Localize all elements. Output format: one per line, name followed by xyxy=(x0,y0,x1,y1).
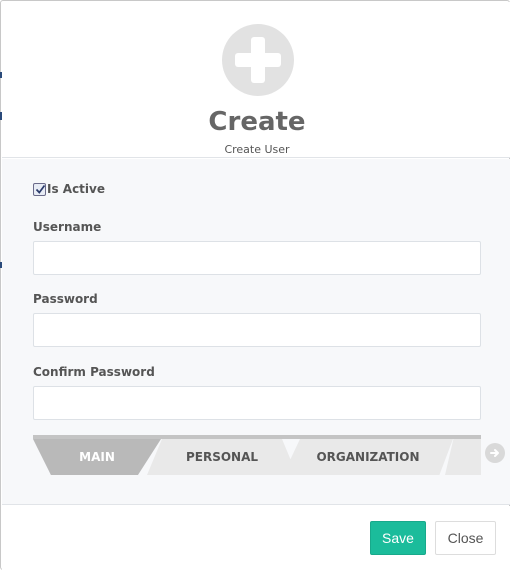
tab-personal[interactable]: PERSONAL xyxy=(147,439,297,475)
modal-body: Is Active Username Password Confirm Pass… xyxy=(2,159,510,505)
modal-footer: Save Close xyxy=(2,506,510,570)
tab-personal-label: PERSONAL xyxy=(185,450,259,464)
plus-icon xyxy=(222,24,294,96)
password-input[interactable] xyxy=(33,313,481,347)
is-active-checkbox[interactable] xyxy=(33,182,46,196)
tab-organization-label: ORGANIZATION xyxy=(316,450,420,464)
checkmark-icon xyxy=(35,184,46,194)
modal-header: Create Create User xyxy=(2,2,510,158)
create-user-modal: Create Create User Is Active Username Pa… xyxy=(0,0,510,570)
tabs-divider xyxy=(33,435,481,439)
circle-arrow-right-icon[interactable] xyxy=(485,443,505,463)
background-edge xyxy=(0,262,2,268)
tab-main[interactable]: MAIN xyxy=(33,439,161,475)
confirm-password-input[interactable] xyxy=(33,386,481,420)
modal-subtitle: Create User xyxy=(224,143,290,156)
is-active-row[interactable]: Is Active xyxy=(33,181,105,197)
is-active-label: Is Active xyxy=(47,182,105,196)
background-edge xyxy=(0,72,2,78)
save-button[interactable]: Save xyxy=(370,521,426,555)
close-button[interactable]: Close xyxy=(435,521,496,555)
password-label: Password xyxy=(33,292,98,306)
confirm-password-label: Confirm Password xyxy=(33,365,155,379)
tab-organization[interactable]: ORGANIZATION xyxy=(283,439,453,475)
background-edge xyxy=(0,112,2,120)
username-label: Username xyxy=(33,220,102,234)
wizard-tabs: ORGANIZATION PERSONAL MAIN xyxy=(33,435,481,475)
modal-title: Create xyxy=(208,107,306,137)
tab-main-label: MAIN xyxy=(79,450,115,464)
username-input[interactable] xyxy=(33,241,481,275)
